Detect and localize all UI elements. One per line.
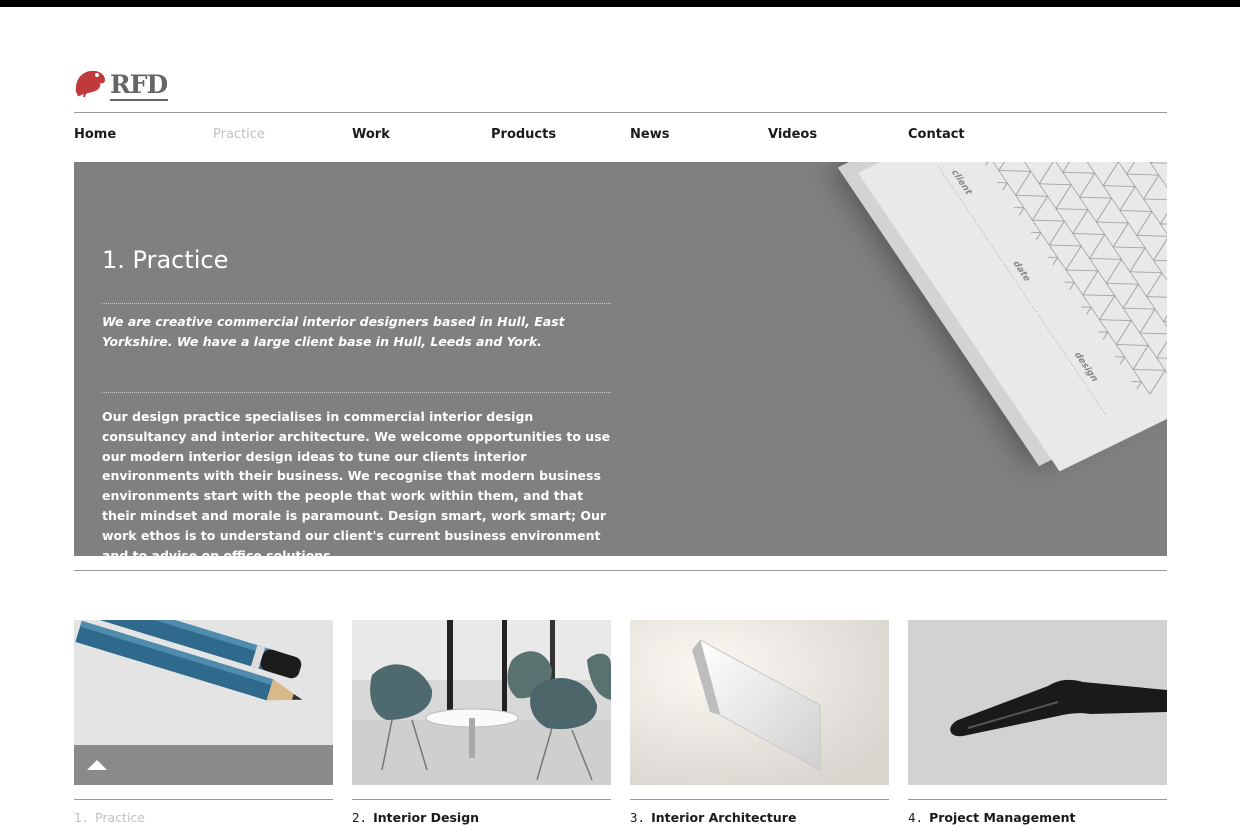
card-divider bbox=[74, 799, 333, 800]
card-overlay bbox=[74, 745, 333, 785]
card-label[interactable]: 4. Project Management bbox=[908, 810, 1167, 825]
card-title: Project Management bbox=[929, 810, 1076, 825]
card-divider bbox=[908, 799, 1167, 800]
nav-work[interactable]: Work bbox=[352, 127, 390, 142]
top-bar bbox=[0, 0, 1240, 7]
card-image-chairs[interactable] bbox=[352, 620, 611, 785]
nav-home[interactable]: Home bbox=[74, 127, 116, 142]
logo-link[interactable]: RFD bbox=[74, 66, 169, 102]
card-label[interactable]: 1. Practice bbox=[74, 810, 333, 825]
section-divider bbox=[74, 570, 1167, 571]
nav-practice[interactable]: Practice bbox=[213, 127, 265, 142]
card-label[interactable]: 3. Interior Architecture bbox=[630, 810, 889, 825]
card-image-wall-light[interactable] bbox=[630, 620, 889, 785]
hero-divider-2 bbox=[102, 392, 611, 393]
nav-news[interactable]: News bbox=[630, 127, 669, 142]
logo-text: RFD bbox=[110, 69, 169, 101]
card-interior-design[interactable]: 2. Interior Design bbox=[352, 620, 611, 825]
wall-light-illustration bbox=[630, 620, 889, 785]
card-number: 4. bbox=[908, 810, 924, 825]
notepad: client date design bbox=[858, 162, 1167, 472]
card-divider bbox=[630, 799, 889, 800]
card-image-pencils[interactable] bbox=[74, 620, 333, 785]
card-number: 1. bbox=[74, 810, 90, 825]
hero-banner: 1. Practice We are creative commercial i… bbox=[74, 162, 1167, 556]
card-title: Practice bbox=[95, 810, 145, 825]
hero-intro: We are creative commercial interior desi… bbox=[102, 314, 565, 349]
card-interior-architecture[interactable]: 3. Interior Architecture bbox=[630, 620, 889, 825]
card-label[interactable]: 2. Interior Design bbox=[352, 810, 611, 825]
card-number: 2. bbox=[352, 810, 368, 825]
nav-contact[interactable]: Contact bbox=[908, 127, 965, 142]
card-image-pen[interactable] bbox=[908, 620, 1167, 785]
card-title: Interior Design bbox=[373, 810, 480, 825]
card-divider bbox=[352, 799, 611, 800]
hero-divider-1 bbox=[102, 303, 611, 304]
nav-videos[interactable]: Videos bbox=[768, 127, 817, 142]
header-divider bbox=[74, 112, 1167, 113]
hero-body: Our design practice specialises in comme… bbox=[102, 409, 611, 556]
card-title: Interior Architecture bbox=[651, 810, 797, 825]
frog-logo-icon bbox=[74, 66, 106, 102]
card-practice[interactable]: 1. Practice bbox=[74, 620, 333, 825]
pen-illustration bbox=[908, 620, 1167, 785]
nav-products[interactable]: Products bbox=[491, 127, 556, 142]
card-number: 3. bbox=[630, 810, 646, 825]
arrow-up-icon[interactable] bbox=[87, 760, 107, 770]
hero-image-notepad: client date design bbox=[764, 162, 1167, 556]
page-title: 1. Practice bbox=[102, 246, 229, 274]
card-project-management[interactable]: 4. Project Management bbox=[908, 620, 1167, 825]
chairs-illustration bbox=[352, 620, 611, 785]
